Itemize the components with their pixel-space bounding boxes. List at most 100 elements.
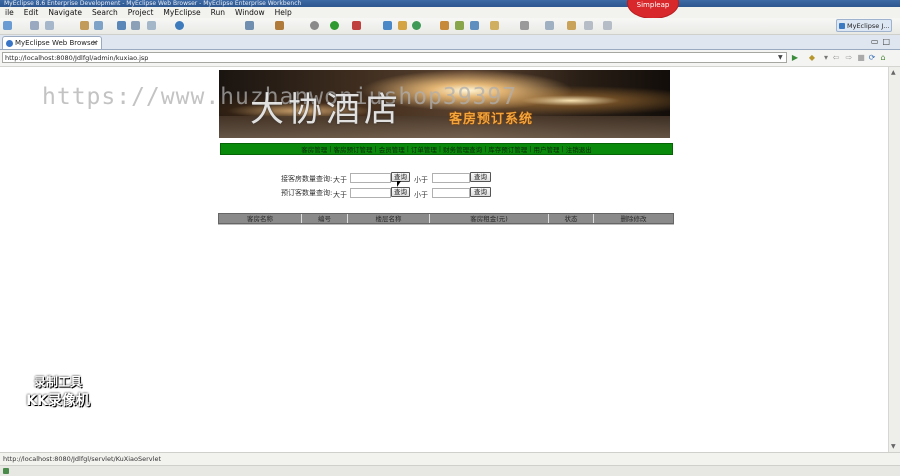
build-icon[interactable] [80, 21, 89, 30]
package-icon[interactable] [383, 21, 392, 30]
save-all-icon[interactable] [45, 21, 54, 30]
gt-label-2: 大于 [333, 191, 347, 199]
nav-item-logout[interactable]: 注销退出 [565, 144, 593, 154]
server-icon[interactable] [117, 21, 126, 30]
search-button-3[interactable]: 查询 [391, 187, 410, 197]
guest-count-min-input[interactable] [350, 188, 391, 198]
back-icon[interactable] [584, 21, 593, 30]
nav-item-stock[interactable]: 库存预订管理 [487, 144, 528, 154]
forward-nav-icon[interactable]: ⇨ [845, 54, 853, 62]
nav-item-finance[interactable]: 财务管理查询 [442, 144, 483, 154]
home-icon[interactable]: ⌂ [879, 54, 887, 62]
dropdown-icon[interactable]: ▾ [822, 54, 830, 62]
scroll-down-icon[interactable]: ▼ [891, 443, 896, 450]
prev-annotation-icon[interactable] [545, 21, 554, 30]
mouse-cursor [397, 181, 401, 187]
globe-icon [6, 40, 13, 47]
editor-tab-bar: MyEclipse Web Browser ✕ [0, 35, 900, 50]
nav-item-user[interactable]: 用户管理 [533, 144, 561, 154]
open-type-icon[interactable] [245, 21, 254, 30]
forward-icon[interactable] [603, 21, 612, 30]
status-bar: http://localhost:8080/Jdlfgl/servlet/KuX… [0, 452, 900, 465]
col-status: 状态 [549, 214, 594, 223]
search-row1-label: 接客房数量查询: [281, 175, 333, 183]
class-icon[interactable] [398, 21, 407, 30]
external-tools-icon[interactable] [352, 21, 361, 30]
recorder-line2: KK录像机 [26, 393, 90, 409]
go-icon[interactable]: ▶ [791, 54, 799, 62]
myeclipse-icon [839, 23, 845, 29]
stop-icon[interactable]: ■ [857, 54, 865, 62]
run-icon[interactable] [330, 21, 339, 30]
col-room-name: 客房名称 [219, 214, 302, 223]
search-button-4[interactable]: 查询 [470, 187, 491, 197]
new-wizard-icon[interactable] [275, 21, 284, 30]
search-toolbar-icon[interactable] [440, 21, 449, 30]
main-nav: 客房管理 | 客房预订管理 | 会员管理 | 订单管理 | 财务管理查询 | 库存预订管理… [220, 143, 673, 155]
new-icon[interactable] [3, 21, 12, 30]
recorder-logo: 录制工具 KK录像机 [18, 373, 98, 410]
annotation-icon[interactable] [470, 21, 479, 30]
menu-navigate[interactable]: Navigate [43, 8, 87, 17]
refresh-icon[interactable]: ⟳ [868, 54, 876, 62]
col-rent: 客房租金(元) [430, 214, 549, 223]
url-dropdown-icon[interactable]: ▼ [778, 54, 783, 61]
minimize-icon[interactable]: ▭ [871, 37, 883, 46]
nav-item-order[interactable]: 订单管理 [410, 144, 438, 154]
search-button-2[interactable]: 查询 [470, 172, 491, 182]
url-input[interactable]: http://localhost:8080/Jdlfgl/admin/kuxia… [2, 52, 787, 63]
result-table-header: 客房名称 编号 楼层名称 客房租金(元) 状态 删除修改 [218, 213, 674, 224]
deploy-icon[interactable] [94, 21, 103, 30]
perspective-switcher[interactable]: MyEclipse J... [836, 19, 892, 32]
folder-icon[interactable] [490, 21, 499, 30]
tab-web-browser[interactable]: MyEclipse Web Browser ✕ [2, 36, 102, 49]
gt-label-1: 大于 [333, 176, 347, 184]
table-bottom-rule [218, 224, 674, 225]
lt-label-1: 小于 [414, 176, 428, 184]
web-browser-icon[interactable] [175, 21, 184, 30]
search-row2-label: 预订客数量查询: [281, 189, 333, 197]
address-row: http://localhost:8080/Jdlfgl/admin/kuxia… [0, 50, 900, 67]
lt-label-2: 小于 [414, 191, 428, 199]
scroll-up-icon[interactable]: ▲ [891, 69, 896, 76]
status-text: http://localhost:8080/Jdlfgl/servlet/KuX… [3, 455, 161, 463]
db-icon[interactable] [147, 21, 156, 30]
perspective-label: MyEclipse J... [847, 22, 890, 30]
menu-project[interactable]: Project [123, 8, 159, 17]
last-edit-icon[interactable] [567, 21, 576, 30]
window-controls: ▭□ [871, 37, 894, 46]
room-count-min-input[interactable] [350, 173, 391, 183]
back-nav-icon[interactable]: ⇦ [832, 54, 840, 62]
nav-item-booking[interactable]: 客房预订管理 [332, 144, 373, 154]
room-count-max-input[interactable] [432, 173, 470, 183]
open-resource-icon[interactable] [412, 21, 421, 30]
vertical-scrollbar[interactable]: ▲ ▼ [888, 67, 900, 452]
close-icon[interactable]: ✕ [92, 37, 98, 50]
menu-edit[interactable]: Edit [19, 8, 44, 17]
maximize-icon[interactable]: □ [882, 37, 894, 46]
menu-myeclipse[interactable]: MyEclipse [158, 8, 205, 17]
badge-label: Simpleap [636, 1, 670, 9]
nav-item-room[interactable]: 客房管理 [300, 144, 328, 154]
debug-icon[interactable] [310, 21, 319, 30]
debug-server-icon[interactable] [131, 21, 140, 30]
window-title-bar: MyEclipse 8.6 Enterprise Development - M… [0, 0, 900, 7]
guest-count-max-input[interactable] [432, 188, 470, 198]
menu-window[interactable]: Window [230, 8, 270, 17]
go-options-icon[interactable]: ◆ [808, 54, 816, 62]
task-icon[interactable] [455, 21, 464, 30]
menu-file[interactable]: ile [0, 8, 19, 17]
next-annotation-icon[interactable] [520, 21, 529, 30]
fast-view-icon[interactable] [3, 468, 9, 474]
menu-help[interactable]: Help [270, 8, 297, 17]
main-toolbar [0, 18, 900, 35]
nav-item-member[interactable]: 会员管理 [378, 144, 406, 154]
menu-bar: ile Edit Navigate Search Project MyEclip… [0, 7, 900, 18]
save-icon[interactable] [30, 21, 39, 30]
col-number: 编号 [302, 214, 348, 223]
menu-search[interactable]: Search [87, 8, 123, 17]
menu-run[interactable]: Run [206, 8, 230, 17]
hotel-watermark: 大协酒店 [250, 90, 402, 130]
col-floor: 楼层名称 [348, 214, 430, 223]
recorder-line1: 录制工具 [33, 375, 82, 389]
